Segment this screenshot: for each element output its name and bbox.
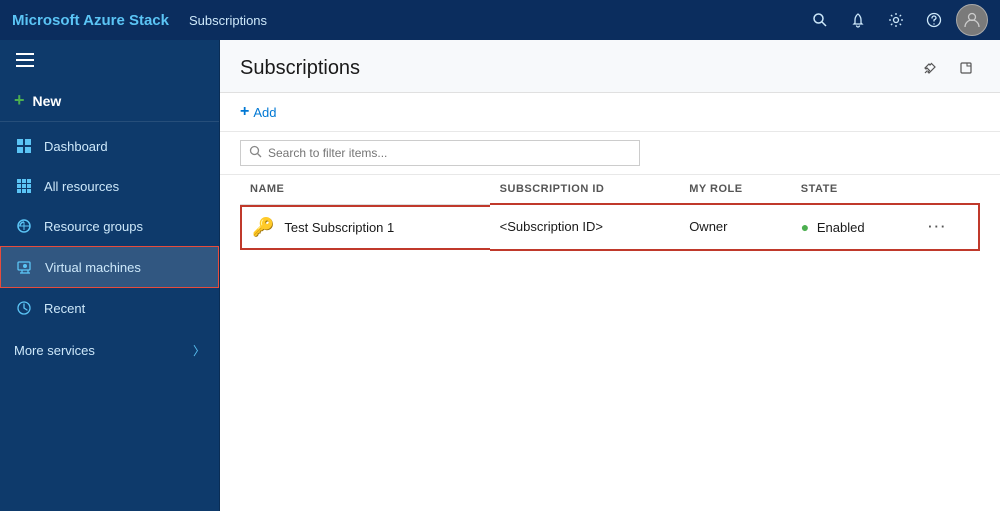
table-container: NAME SUBSCRIPTION ID MY ROLE STATE 🔑 Tes… bbox=[220, 175, 1000, 251]
col-name: NAME bbox=[240, 175, 490, 204]
sidebar: + New Dashboard bbox=[0, 40, 220, 511]
search-row bbox=[220, 132, 1000, 175]
sidebar-label-virtual-machines: Virtual machines bbox=[45, 260, 204, 275]
sidebar-label-dashboard: Dashboard bbox=[44, 139, 205, 154]
content-body: + Add bbox=[220, 93, 1000, 511]
virtual-machines-icon bbox=[15, 257, 35, 277]
sidebar-item-virtual-machines[interactable]: Virtual machines bbox=[0, 246, 219, 288]
subscription-state-cell: ● Enabled bbox=[791, 204, 918, 250]
main-layout: + New Dashboard bbox=[0, 40, 1000, 511]
user-avatar[interactable] bbox=[956, 4, 988, 36]
search-icon[interactable] bbox=[804, 4, 836, 36]
col-role: MY ROLE bbox=[679, 175, 791, 204]
new-button[interactable]: + New bbox=[0, 80, 219, 122]
sidebar-label-all-resources: All resources bbox=[44, 179, 205, 194]
app-title: Microsoft Azure Stack bbox=[12, 12, 169, 29]
search-input-wrap[interactable] bbox=[240, 140, 640, 166]
content-header: Subscriptions bbox=[220, 40, 1000, 93]
content-header-icons bbox=[916, 54, 980, 82]
subscription-state: Enabled bbox=[817, 220, 865, 235]
add-label: Add bbox=[253, 105, 276, 120]
header-subtitle: Subscriptions bbox=[189, 13, 804, 28]
add-button[interactable]: + Add bbox=[240, 103, 276, 121]
sidebar-item-recent[interactable]: Recent bbox=[0, 288, 219, 328]
more-services-label: More services bbox=[14, 343, 187, 358]
key-icon: 🔑 bbox=[252, 217, 274, 238]
new-label: New bbox=[33, 93, 62, 109]
settings-icon[interactable] bbox=[880, 4, 912, 36]
subscription-id-cell: <Subscription ID> bbox=[490, 204, 680, 250]
search-icon-sm bbox=[249, 145, 262, 161]
hamburger-button[interactable] bbox=[0, 40, 40, 80]
all-resources-icon bbox=[14, 176, 34, 196]
more-actions-button[interactable]: ··· bbox=[928, 219, 947, 234]
maximize-icon[interactable] bbox=[952, 54, 980, 82]
new-plus-icon: + bbox=[14, 90, 25, 111]
top-bar-icons bbox=[804, 4, 988, 36]
content-area: Subscriptions bbox=[220, 40, 1000, 511]
chevron-right-icon: 〉 bbox=[193, 342, 205, 359]
pin-icon[interactable] bbox=[916, 54, 944, 82]
table-row[interactable]: 🔑 Test Subscription 1 <Subscription ID> … bbox=[240, 204, 979, 250]
add-plus-icon: + bbox=[240, 103, 249, 121]
sidebar-item-resource-groups[interactable]: Resource groups bbox=[0, 206, 219, 246]
col-state: STATE bbox=[791, 175, 918, 204]
sidebar-label-recent: Recent bbox=[44, 301, 205, 316]
subscription-actions-cell: ··· bbox=[918, 204, 979, 250]
search-input[interactable] bbox=[268, 146, 631, 160]
subscription-role-cell: Owner bbox=[679, 204, 791, 250]
top-bar: Microsoft Azure Stack Subscriptions bbox=[0, 0, 1000, 40]
add-row: + Add bbox=[220, 93, 1000, 132]
sidebar-label-resource-groups: Resource groups bbox=[44, 219, 205, 234]
page-title: Subscriptions bbox=[240, 57, 360, 80]
help-icon[interactable] bbox=[918, 4, 950, 36]
enabled-icon: ● bbox=[801, 219, 809, 235]
table-header-row: NAME SUBSCRIPTION ID MY ROLE STATE bbox=[240, 175, 979, 204]
dashboard-icon bbox=[14, 136, 34, 156]
col-subscription-id: SUBSCRIPTION ID bbox=[490, 175, 680, 204]
col-actions bbox=[918, 175, 979, 204]
more-services-button[interactable]: More services 〉 bbox=[0, 332, 219, 369]
sidebar-item-dashboard[interactable]: Dashboard bbox=[0, 126, 219, 166]
subscriptions-table: NAME SUBSCRIPTION ID MY ROLE STATE 🔑 Tes… bbox=[240, 175, 980, 251]
resource-groups-icon bbox=[14, 216, 34, 236]
sidebar-item-all-resources[interactable]: All resources bbox=[0, 166, 219, 206]
bell-icon[interactable] bbox=[842, 4, 874, 36]
subscription-name-cell: 🔑 Test Subscription 1 bbox=[240, 205, 490, 250]
subscription-name: Test Subscription 1 bbox=[284, 220, 394, 235]
recent-icon bbox=[14, 298, 34, 318]
